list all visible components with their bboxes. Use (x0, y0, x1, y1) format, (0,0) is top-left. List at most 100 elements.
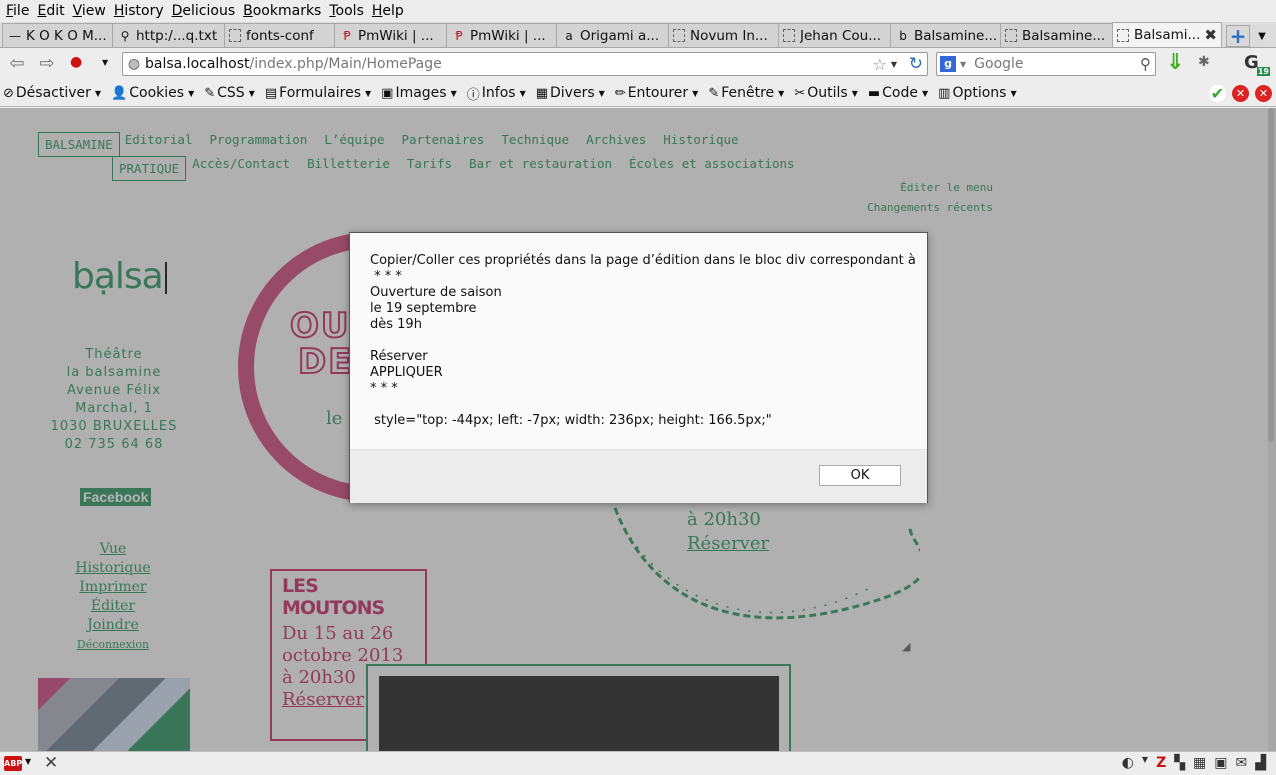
devbar-item-label: Cookies (129, 85, 185, 101)
dropdown-arrow-icon: ▼ (94, 88, 102, 98)
tab-7[interactable]: Novum In... (668, 23, 779, 47)
blank-icon (673, 29, 685, 42)
dash-icon: — (9, 28, 21, 43)
globe-icon[interactable]: ◐ (1122, 755, 1134, 771)
menu-accelerator: E (37, 3, 47, 19)
tab-title: PmWiki | ... (358, 27, 434, 44)
menu-edit[interactable]: Edit (33, 3, 68, 19)
menu-tools[interactable]: Tools (325, 3, 368, 19)
devbar-item-icon: ✎ (204, 85, 216, 101)
devbar-css[interactable]: ✎ CSS ▼ (204, 85, 255, 101)
greasemonkey-icon[interactable]: G 19 (1244, 52, 1270, 76)
tab-5[interactable]: Ᵽ PmWiki | ... (446, 23, 557, 47)
devbar-images[interactable]: ▣ Images ▼ (381, 85, 457, 101)
image-icon[interactable]: ▣ (1214, 755, 1227, 771)
tab-11[interactable]: Balsami... ✖ (1112, 22, 1222, 47)
menu-history[interactable]: History (110, 3, 168, 19)
menu-delicious[interactable]: Delicious (168, 3, 240, 19)
menu-bookmarks[interactable]: Bookmarks (239, 3, 325, 19)
tab-2[interactable]: ⚲ http:/...q.txt (112, 23, 225, 47)
forward-icon[interactable]: ⇨ (34, 53, 60, 74)
close-tab-icon[interactable]: ✖ (1204, 26, 1217, 44)
blank-icon (1117, 28, 1129, 42)
devbar-code[interactable]: ▬ Code ▼ (868, 85, 928, 101)
devbar-item-icon: ⊘ (3, 85, 14, 101)
blank-icon (783, 29, 795, 42)
dropdown-arrow-icon: ▼ (692, 88, 699, 98)
menu-view[interactable]: View (69, 3, 110, 19)
tab-title: Balsamine... (1022, 27, 1106, 44)
addon-icon[interactable]: ● (70, 54, 82, 70)
devbar-entourer[interactable]: ✏ Entourer ▼ (615, 85, 699, 101)
pmwiki-icon: Ᵽ (343, 28, 351, 43)
badge-count: 19 (1256, 67, 1270, 76)
error-icon[interactable]: ✕ (1232, 85, 1249, 102)
zotero-icon[interactable]: Z (1156, 755, 1166, 771)
history-dropdown-icon[interactable]: ▼ (102, 58, 108, 67)
search-icon[interactable]: ⚲ (1140, 55, 1151, 73)
back-icon[interactable]: ⇦ (4, 53, 30, 74)
status-dropdown-icon[interactable]: ▼ (1142, 755, 1148, 771)
tab-8[interactable]: Jehan Cou... (778, 23, 891, 47)
tab-6[interactable]: a Origami a... (556, 23, 669, 47)
ok-button[interactable]: OK (819, 465, 901, 486)
devbar-outils[interactable]: ✂ Outils ▼ (794, 85, 858, 101)
tab-3[interactable]: fonts-conf (224, 23, 335, 47)
devbar-item-icon: 👤 (111, 85, 128, 101)
download-icon[interactable]: ⇓ (1166, 50, 1184, 75)
dropdown-arrow-icon: ▼ (851, 88, 858, 98)
reload-icon[interactable]: ↻ (909, 54, 923, 74)
menu-file[interactable]: File (2, 3, 33, 19)
nav-bar: ⇦ ⇨ ● ▼ ◍ balsa.localhost/index.php/Main… (0, 48, 1276, 80)
devbar-item-label: CSS (217, 85, 245, 101)
menu-accelerator: T (329, 3, 336, 19)
adblock-dropdown-icon[interactable]: ▼ (25, 757, 31, 766)
devbar-infos[interactable]: ⓘ Infos ▼ (467, 84, 526, 103)
url-bar[interactable]: ◍ balsa.localhost/index.php/Main/HomePag… (122, 52, 928, 76)
adblock-icon[interactable]: ABP (4, 756, 22, 771)
tab-1[interactable]: — K O K O M... (2, 23, 113, 47)
devbar-item-label: Infos (481, 85, 516, 101)
close-addon-bar-icon[interactable]: ✕ (44, 753, 58, 773)
menu-accelerator: H (113, 3, 125, 19)
bookmark-star-icon[interactable]: ☆ (873, 55, 887, 74)
tab-title: Origami a... (580, 27, 660, 44)
check-icon[interactable]: ✔ (1209, 85, 1226, 102)
site-identity-icon[interactable]: ◍ (123, 56, 145, 72)
new-tab-button[interactable]: + (1226, 24, 1250, 48)
google-engine-icon[interactable]: g (940, 56, 956, 72)
search-bar[interactable]: g ▼ Google ⚲ (936, 52, 1156, 76)
tab-title: Novum In... (690, 27, 768, 44)
tab-9[interactable]: b Balsamine... (890, 23, 1001, 47)
tab-4[interactable]: Ᵽ PmWiki | ... (334, 23, 447, 47)
tab-10[interactable]: Balsamine... (1000, 23, 1113, 47)
blank-icon (229, 29, 241, 42)
devbar-options[interactable]: ▥ Options ▼ (938, 85, 1016, 101)
mail-icon[interactable]: ✉ (1235, 755, 1247, 771)
devbar-formulaires[interactable]: ▤ Formulaires ▼ (265, 85, 371, 101)
dropdown-arrow-icon: ▼ (365, 88, 372, 98)
devbar-désactiver[interactable]: ⊘ Désactiver ▼ (3, 85, 101, 101)
devbar-item-label: Entourer (627, 85, 689, 101)
devbar-item-icon: ✂ (794, 85, 806, 101)
dialog-message: Copier/Coller ces propriétés dans la pag… (370, 253, 916, 428)
status-icons: ◐ ▼ Z ▚ ▦ ▣ ✉ ▟ (1122, 755, 1266, 771)
tab-title: http:/...q.txt (136, 27, 218, 44)
bug-icon[interactable]: ✱ (1198, 54, 1210, 70)
devbar-cookies[interactable]: 👤 Cookies ▼ (111, 85, 194, 101)
devbar-divers[interactable]: ▦ Divers ▼ (536, 85, 605, 101)
tab-list-icon[interactable]: ▼ (1252, 25, 1272, 47)
amazon-icon: a (565, 28, 573, 43)
dropdown-arrow-icon: ▼ (598, 88, 605, 98)
grid-icon[interactable]: ▦ (1193, 755, 1206, 771)
url-dropdown-icon[interactable]: ▼ (891, 60, 897, 69)
layout-icon[interactable]: ▚ (1174, 755, 1185, 771)
resize-grip-icon[interactable]: ▟ (1255, 755, 1266, 771)
menu-bar: File Edit View History Delicious Bookmarks Too… (0, 0, 1276, 22)
devbar-fenêtre[interactable]: ✎ Fenêtre ▼ (708, 85, 784, 101)
engine-dropdown-icon[interactable]: ▼ (960, 60, 966, 69)
tab-title: Jehan Cou... (800, 27, 882, 44)
devbar-item-label: Outils (807, 85, 848, 101)
menu-help[interactable]: Help (368, 3, 408, 19)
error-icon-2[interactable]: ✕ (1255, 85, 1272, 102)
